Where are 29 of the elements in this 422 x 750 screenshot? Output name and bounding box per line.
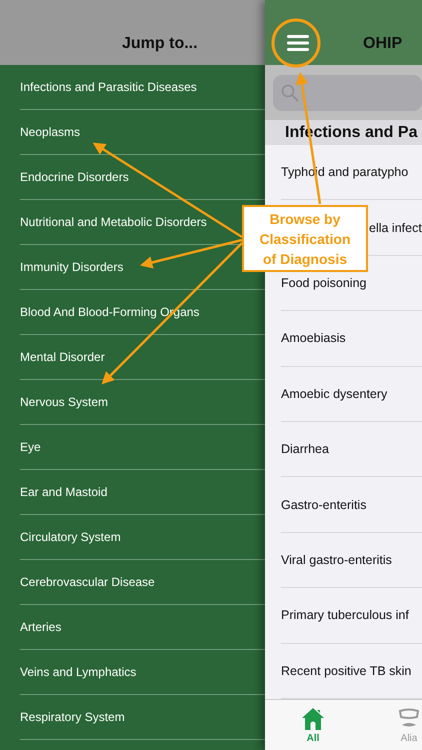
highlight-circle: [272, 18, 320, 68]
category-item[interactable]: Cerebrovascular Disease: [20, 575, 155, 589]
category-item[interactable]: Mental Disorder: [20, 350, 105, 364]
drawer-title: Jump to...: [122, 35, 198, 53]
category-item[interactable]: Eye: [20, 440, 41, 454]
category-item[interactable]: Neoplasms: [20, 125, 80, 139]
diagnosis-row[interactable]: Viral gastro-enteritis: [281, 532, 422, 588]
category-item[interactable]: Arteries: [20, 620, 62, 634]
category-item[interactable]: Respiratory System: [20, 710, 125, 724]
callout-tooltip: Browse by Classification of Diagnosis: [242, 205, 368, 272]
menu-icon: [287, 35, 309, 51]
diagnosis-row[interactable]: Amoebic dysentery: [281, 366, 422, 422]
search-icon: [281, 84, 299, 102]
search-field[interactable]: [273, 74, 422, 110]
house-icon: [301, 707, 325, 732]
menu-button[interactable]: [285, 33, 311, 53]
diagnosis-row[interactable]: Diarrhea: [281, 422, 422, 478]
category-item[interactable]: Nutritional and Metabolic Disorders: [20, 215, 207, 229]
diagnosis-row[interactable]: Primary tuberculous inf: [281, 588, 422, 644]
category-item[interactable]: Endocrine Disorders: [20, 170, 129, 184]
diagnosis-row[interactable]: Gastro-enteritis: [281, 477, 422, 533]
category-item[interactable]: Ear and Mastoid: [20, 485, 108, 499]
category-item[interactable]: Infections and Parasitic Diseases: [20, 80, 197, 94]
category-item[interactable]: Veins and Lymphatics: [20, 665, 136, 679]
category-item[interactable]: Nervous System: [20, 395, 108, 409]
diagnosis-row[interactable]: Amoebiasis: [281, 311, 422, 367]
category-item[interactable]: Circulatory System: [20, 530, 121, 544]
category-item[interactable]: Immunity Disorders: [20, 260, 124, 274]
screen-title: OHIP: [363, 35, 402, 53]
